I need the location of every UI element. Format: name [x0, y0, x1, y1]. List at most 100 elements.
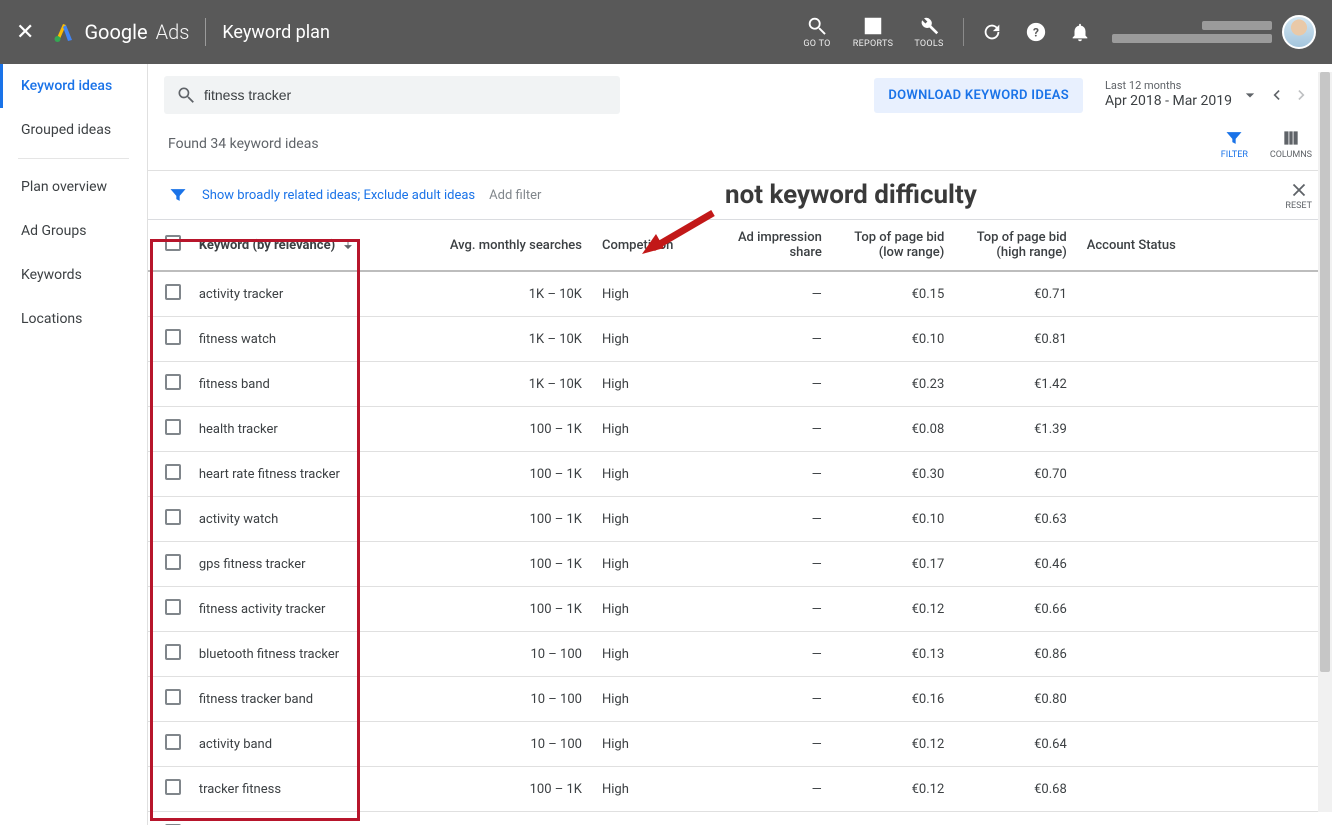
- tools-button[interactable]: TOOLS: [901, 0, 957, 64]
- row-checkbox[interactable]: [165, 689, 181, 705]
- cell-keyword: fitness tracker band: [189, 677, 414, 722]
- cell-keyword: activity tracker: [189, 271, 414, 317]
- google-ads-logo-icon: [52, 20, 76, 44]
- col-impression[interactable]: Ad impression share: [714, 220, 831, 271]
- notifications-button[interactable]: [1058, 0, 1102, 64]
- scrollbar[interactable]: [1318, 72, 1332, 812]
- cell-competition: High: [592, 542, 714, 587]
- logo: Google Ads: [52, 20, 189, 44]
- col-high[interactable]: Top of page bid (high range): [954, 220, 1076, 271]
- cell-high: €0.66: [954, 812, 1076, 825]
- cell-competition: High: [592, 632, 714, 677]
- row-checkbox[interactable]: [165, 779, 181, 795]
- cell-impression: —: [714, 407, 831, 452]
- cell-keyword: bluetooth fitness tracker: [189, 632, 414, 677]
- row-checkbox[interactable]: [165, 734, 181, 750]
- result-count: Found 34 keyword ideas: [168, 136, 319, 152]
- cell-keyword: fitness activity tracker: [189, 587, 414, 632]
- results-table: Keyword (by relevance) Avg. monthly sear…: [148, 219, 1332, 825]
- row-checkbox[interactable]: [165, 419, 181, 435]
- row-checkbox[interactable]: [165, 599, 181, 615]
- cell-high: €0.66: [954, 587, 1076, 632]
- table-row[interactable]: health tracker100 – 1KHigh—€0.08€1.39: [148, 407, 1332, 452]
- active-filter-link[interactable]: Show broadly related ideas; Exclude adul…: [202, 188, 475, 203]
- cell-keyword: fitness watch: [189, 317, 414, 362]
- dropdown-icon: [1240, 85, 1260, 105]
- row-checkbox[interactable]: [165, 509, 181, 525]
- cell-status: [1077, 542, 1332, 587]
- cell-competition: High: [592, 317, 714, 362]
- cell-impression: —: [714, 722, 831, 767]
- bar-chart-icon: [862, 15, 884, 37]
- cell-high: €0.80: [954, 677, 1076, 722]
- chevron-left-icon[interactable]: [1266, 85, 1286, 105]
- col-keyword[interactable]: Keyword (by relevance): [189, 220, 414, 271]
- cell-status: [1077, 587, 1332, 632]
- table-row[interactable]: fitness band1K – 10KHigh—€0.23€1.42: [148, 362, 1332, 407]
- cell-status: [1077, 362, 1332, 407]
- col-searches[interactable]: Avg. monthly searches: [413, 220, 592, 271]
- cell-low: €0.13: [832, 632, 954, 677]
- add-filter-button[interactable]: Add filter: [489, 188, 541, 203]
- cell-competition: High: [592, 497, 714, 542]
- table-row[interactable]: heart rate fitness tracker100 – 1KHigh—€…: [148, 452, 1332, 497]
- columns-tool-button[interactable]: COLUMNS: [1270, 128, 1312, 160]
- account-info[interactable]: [1112, 21, 1272, 43]
- sidebar-item-ad-groups[interactable]: Ad Groups: [0, 209, 147, 253]
- cell-low: €0.10: [832, 812, 954, 825]
- table-row[interactable]: activity band10 – 100High—€0.12€0.64: [148, 722, 1332, 767]
- col-status[interactable]: Account Status: [1077, 220, 1332, 271]
- avatar[interactable]: [1282, 15, 1316, 49]
- cell-keyword: health tracker: [189, 407, 414, 452]
- search-box[interactable]: [164, 76, 620, 114]
- table-row[interactable]: bluetooth fitness tracker10 – 100High—€0…: [148, 632, 1332, 677]
- row-checkbox[interactable]: [165, 464, 181, 480]
- cell-competition: High: [592, 271, 714, 317]
- sidebar-item-locations[interactable]: Locations: [0, 297, 147, 341]
- cell-competition: High: [592, 362, 714, 407]
- row-checkbox[interactable]: [165, 374, 181, 390]
- cell-searches: 100 – 1K: [413, 812, 592, 825]
- table-row[interactable]: fitness watch1K – 10KHigh—€0.10€0.81: [148, 317, 1332, 362]
- filter-tool-button[interactable]: FILTER: [1221, 128, 1248, 160]
- cell-low: €0.15: [832, 271, 954, 317]
- chevron-right-icon[interactable]: [1292, 85, 1312, 105]
- reset-filters-button[interactable]: RESET: [1285, 179, 1312, 211]
- sidebar-item-keyword-ideas[interactable]: Keyword ideas: [0, 64, 147, 108]
- table-row[interactable]: fitness activity tracker100 – 1KHigh—€0.…: [148, 587, 1332, 632]
- table-row[interactable]: gps fitness tracker100 – 1KHigh—€0.17€0.…: [148, 542, 1332, 587]
- row-checkbox[interactable]: [165, 329, 181, 345]
- search-input[interactable]: [204, 87, 608, 103]
- select-all-checkbox[interactable]: [165, 235, 181, 251]
- download-keyword-ideas-button[interactable]: DOWNLOAD KEYWORD IDEAS: [874, 78, 1083, 113]
- annotation-arrow-icon: [638, 208, 718, 262]
- sidebar-item-plan-overview[interactable]: Plan overview: [0, 165, 147, 209]
- refresh-button[interactable]: [970, 0, 1014, 64]
- cell-status: [1077, 452, 1332, 497]
- cell-competition: High: [592, 407, 714, 452]
- table-row[interactable]: tracker fitness100 – 1KHigh—€0.12€0.68: [148, 767, 1332, 812]
- goto-button[interactable]: GO TO: [789, 0, 845, 64]
- table-row[interactable]: fitness tracker band10 – 100High—€0.16€0…: [148, 677, 1332, 722]
- row-checkbox[interactable]: [165, 554, 181, 570]
- reports-button[interactable]: REPORTS: [845, 0, 901, 64]
- cell-status: [1077, 677, 1332, 722]
- cell-high: €0.46: [954, 542, 1076, 587]
- close-icon[interactable]: ✕: [16, 20, 34, 45]
- sidebar-item-keywords[interactable]: Keywords: [0, 253, 147, 297]
- col-low[interactable]: Top of page bid (low range): [832, 220, 954, 271]
- sidebar-item-grouped-ideas[interactable]: Grouped ideas: [0, 108, 147, 152]
- row-checkbox[interactable]: [165, 284, 181, 300]
- table-row[interactable]: smart fitness tracker100 – 1KHigh—€0.10€…: [148, 812, 1332, 825]
- search-icon: [176, 85, 196, 105]
- cell-searches: 100 – 1K: [413, 452, 592, 497]
- table-row[interactable]: activity watch100 – 1KHigh—€0.10€0.63: [148, 497, 1332, 542]
- row-checkbox[interactable]: [165, 644, 181, 660]
- help-button[interactable]: ?: [1014, 0, 1058, 64]
- cell-high: €0.71: [954, 271, 1076, 317]
- table-row[interactable]: activity tracker1K – 10KHigh—€0.15€0.71: [148, 271, 1332, 317]
- svg-text:?: ?: [1033, 26, 1039, 40]
- date-range-picker[interactable]: Last 12 months Apr 2018 - Mar 2019: [1095, 77, 1316, 112]
- cell-impression: —: [714, 587, 831, 632]
- cell-searches: 1K – 10K: [413, 271, 592, 317]
